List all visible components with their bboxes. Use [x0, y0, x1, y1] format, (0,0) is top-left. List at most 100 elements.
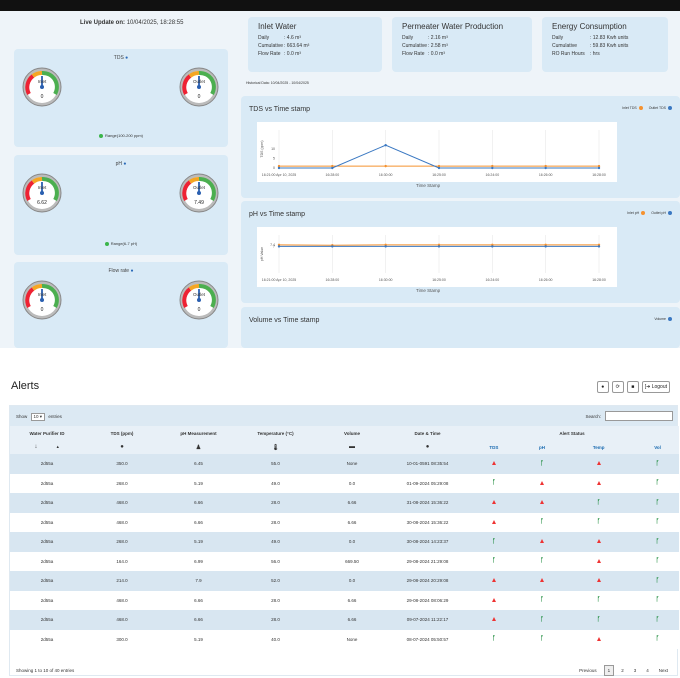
cell-ph: 6.45 [194, 461, 203, 467]
data-point[interactable] [277, 166, 281, 170]
alert-triangle-icon [596, 578, 601, 583]
data-point[interactable] [437, 245, 441, 248]
col-volume[interactable]: Volume [314, 426, 390, 440]
data-point[interactable] [544, 245, 547, 248]
container-icon[interactable]: ▬ [314, 440, 390, 454]
logout-button[interactable]: [➜ Logout [641, 381, 670, 393]
page-next[interactable]: Next [656, 666, 671, 675]
alert-triangle-icon [596, 480, 601, 485]
save-icon: ■ [631, 384, 635, 390]
id-sort-icon[interactable]: ↓ ▲ [10, 440, 84, 454]
water-card-value: : 2.16 m³ [428, 35, 448, 41]
cell-temp: 49.0 [271, 539, 280, 545]
thermometer-icon[interactable]: 🌡 [237, 440, 314, 454]
range-indicator [104, 241, 109, 246]
status-tds[interactable]: TDS [465, 440, 523, 454]
gauge-value: 6.62 [37, 200, 47, 206]
gauge-value: 0 [198, 307, 201, 313]
droplet-icon[interactable]: ● [84, 440, 160, 454]
status-ph[interactable]: pH [522, 440, 562, 454]
data-point[interactable] [437, 166, 441, 170]
data-point[interactable] [331, 166, 334, 170]
col-tds[interactable]: TDS (ppm) [84, 426, 160, 440]
chart-svg: 16:21:00 Apr 10, 2025 16:28:00 16:30:00 16:… [260, 130, 606, 177]
header-row: Water Purifier ID TDS (ppm) pH Measureme… [10, 426, 679, 440]
cell-dt: 29-08-2024 21:29:08 [406, 558, 449, 564]
cell-dt: 31-08-2024 15:36:22 [406, 500, 449, 506]
page-previous[interactable]: Previous [576, 666, 600, 675]
cell-ph: 6.66 [194, 519, 203, 525]
ok-check-icon: ᚪ [540, 636, 544, 643]
flask-icon[interactable]: ♟ [160, 440, 237, 454]
data-point[interactable] [597, 245, 601, 248]
chart-title: Volume vs Time stamp [249, 317, 320, 324]
entries-select-value: 10 [33, 414, 39, 419]
live-update-label: Live Update on: [80, 20, 126, 26]
x-axis-label: Time Stamp [416, 288, 441, 293]
cell-tds: 468.0 [116, 597, 128, 603]
status-temp[interactable]: Temp [561, 440, 637, 454]
logout-icon: [➜ [644, 384, 651, 390]
data-point[interactable] [277, 245, 281, 248]
table-row: 2d55a 468.0 6.66 28.0 6.66 29-08-2024 08:06:2… [10, 590, 679, 610]
cell-status [561, 630, 636, 650]
data-point[interactable] [597, 166, 601, 170]
cell-tds: 468.0 [116, 500, 128, 506]
page-2[interactable]: 2 [618, 666, 627, 675]
clock-icon[interactable]: ● [390, 440, 465, 454]
data-point[interactable] [544, 166, 547, 170]
cell-id: 2d55a [40, 636, 54, 642]
chart-panel-0: TDS vs Time stamp Inlet TDS Outlet TDS 16:2… [241, 96, 680, 198]
chart-svg: 16:21:00 Apr 10, 2025 16:28:00 16:30:00 16:… [260, 235, 606, 282]
x-tick-label: 16:24:00 [486, 278, 500, 282]
data-point[interactable] [384, 164, 387, 168]
cell-status: ᚪ [561, 610, 636, 630]
cell-temp: 52.0 [271, 578, 280, 584]
data-point[interactable] [384, 144, 387, 147]
data-point[interactable] [384, 245, 387, 248]
range-label: Range(6-7 pH) [110, 241, 138, 246]
alerts-toolbar: ● ⟳ ■ [➜ Logout [596, 381, 670, 393]
x-tick-label: 16:25:00 [432, 173, 446, 177]
col-purifier-id[interactable]: Water Purifier ID [10, 426, 84, 440]
page-4[interactable]: 4 [643, 666, 652, 675]
chart-plot: 16:21:00 Apr 10, 2025 16:28:00 16:30:00 16:… [257, 227, 617, 287]
logout-label: Logout [651, 384, 667, 390]
cell-temp: 55.0 [271, 461, 280, 467]
chart-legend: Volume [654, 317, 674, 322]
gauge-title: TDS ● [14, 55, 228, 61]
col-temp[interactable]: Temperature (°C) [237, 426, 314, 440]
alerts-title: Alerts [11, 380, 40, 392]
cell-ph: 6.66 [194, 617, 203, 623]
chart-legend: Inlet pH Outlet pH [627, 211, 674, 216]
save-button[interactable]: ■ [626, 381, 639, 393]
water-card-row: Cumulative: 663.64 m³ [258, 42, 372, 50]
data-point[interactable] [331, 245, 334, 248]
search-input[interactable] [605, 411, 673, 421]
col-datetime[interactable]: Date & Time [390, 426, 465, 440]
alert-triangle-icon [491, 500, 496, 505]
col-ph[interactable]: pH Measurement [160, 426, 237, 440]
page-3[interactable]: 3 [631, 666, 640, 675]
entries-select[interactable]: 10 ▾ [30, 413, 46, 421]
water-card-value: : 2.58 m³ [428, 43, 448, 49]
person-button[interactable]: ● [596, 381, 609, 393]
y-tick-label: 10 [271, 147, 275, 151]
data-point[interactable] [491, 166, 494, 170]
cell-dt: 08-07-2024 05:50:57 [406, 636, 449, 642]
data-point[interactable] [491, 245, 494, 248]
page-1[interactable]: 1 [603, 665, 615, 676]
chart-plot: 16:21:00 Apr 10, 2025 16:28:00 16:30:00 16:… [257, 122, 617, 182]
status-vol[interactable]: Vol [636, 440, 679, 454]
cell-status: ᚪ [465, 552, 523, 572]
cell-ph: 6.66 [194, 500, 203, 506]
x-tick-label: 16:24:00 [486, 173, 500, 177]
gauge-title-text: Flow rate [108, 268, 130, 274]
ok-check-icon: ᚪ [596, 499, 601, 506]
gauge-value: 0 [41, 307, 44, 313]
water-card-value: : 59.83 Kwh units [590, 43, 629, 49]
water-card-row: Flow Rate: 0.0 m³ [258, 50, 372, 58]
cell-temp: 28.0 [271, 519, 280, 525]
alert-triangle-icon [540, 500, 544, 505]
refresh-button[interactable]: ⟳ [611, 381, 624, 393]
